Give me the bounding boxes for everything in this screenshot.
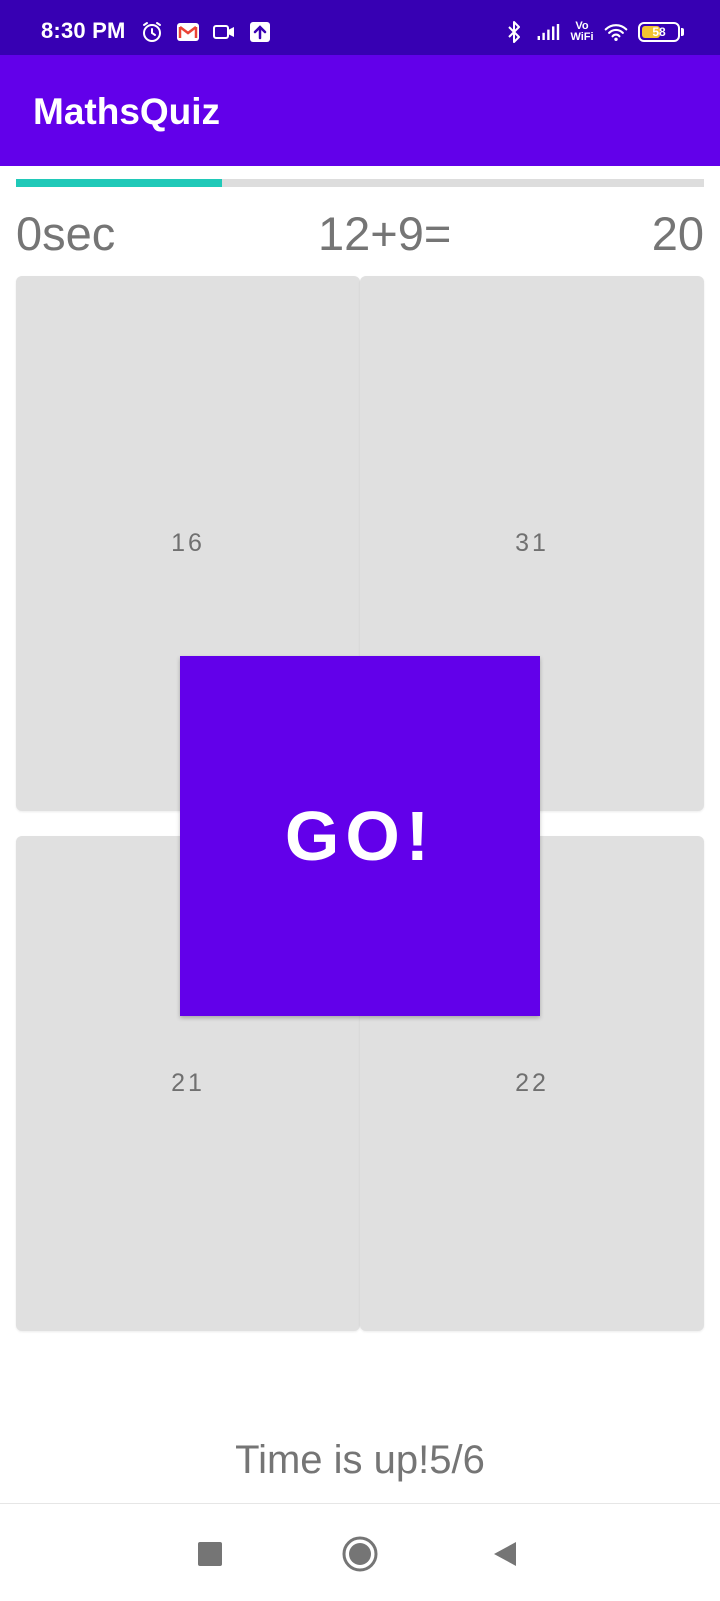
app-bar: MathsQuiz [0,55,720,166]
vowifi-bottom-label: WiFi [570,31,594,43]
battery-body: 58 [638,22,680,42]
home-icon [342,1536,378,1572]
timer-progress-fill [16,179,223,187]
status-time: 8:30 PM [41,18,126,43]
signal-icon [536,20,560,44]
app-title: MathsQuiz [33,91,221,132]
vowifi-icon: Vo WiFi [570,20,594,44]
recent-apps-icon [198,1542,222,1566]
timer-progress-bar [16,179,704,187]
alarm-icon [140,20,164,44]
battery-tip [681,28,684,36]
bluetooth-icon [502,20,526,44]
home-button[interactable] [335,1529,385,1579]
status-bar: 8:30 PM Vo WiFi 58 [0,0,720,55]
result-text: Time is up!5/6 [235,1438,485,1482]
back-button[interactable] [480,1529,530,1579]
navigation-bar [0,1503,720,1601]
gmail-icon [176,20,200,44]
question-text: 12+9= [318,207,452,260]
video-camera-icon [212,20,236,44]
wifi-icon [604,20,628,44]
back-icon [494,1542,516,1566]
battery-icon: 58 [638,22,684,42]
notification-icons [140,20,272,44]
timer-text: 0sec [16,207,116,260]
go-button[interactable]: GO! [180,656,540,1016]
score-text: 20 [651,207,704,260]
system-icons: Vo WiFi 58 [502,20,684,44]
recent-apps-button[interactable] [185,1529,235,1579]
upload-icon [248,20,272,44]
battery-level: 58 [652,25,666,39]
